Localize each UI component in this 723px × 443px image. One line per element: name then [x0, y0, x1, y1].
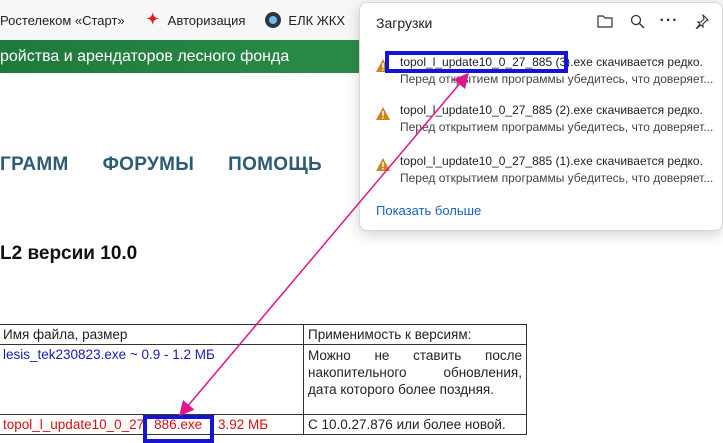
table-header-row: Имя файла, размер Применимость к версиям…: [0, 324, 527, 345]
download-status: .exe скачивается редко.: [570, 55, 703, 69]
warning-icon: [376, 107, 392, 136]
page-heading: L2 версии 10.0: [0, 243, 138, 264]
download-filename: topol_l_update10_0_27_885 (2): [400, 103, 571, 117]
downloads-table: Имя файла, размер Применимость к версиям…: [0, 324, 527, 435]
table-row: lesis_tek230823.exe ~ 0.9 - 1.2 МБ Можно…: [0, 344, 527, 415]
show-more-link[interactable]: Показать больше: [376, 203, 481, 218]
header-filename: Имя файла, размер: [0, 324, 304, 345]
highlight-box-download-file: [385, 51, 568, 73]
bookmark-authorization[interactable]: ✦ Авторизация: [145, 11, 246, 28]
main-nav: ГРАММ ФОРУМЫ ПОМОЩЬ: [0, 154, 322, 176]
authorization-icon: ✦: [146, 11, 159, 28]
cell-applicability: С 10.0.27.876 или более новой.: [303, 414, 527, 435]
bookmark-label: Ростелеком «Старт»: [0, 12, 125, 28]
header-applicability: Применимость к версиям:: [303, 324, 527, 345]
nav-item-programs[interactable]: ГРАММ: [0, 154, 69, 176]
file-link-lesis[interactable]: lesis_tek230823.exe ~ 0.9 - 1.2 МБ: [3, 347, 215, 362]
download-note: Перед открытием программы убедитесь, что…: [400, 171, 714, 185]
download-status: .exe скачивается редко.: [570, 103, 703, 117]
folder-icon[interactable]: [596, 12, 614, 30]
file-link-topol-prefix[interactable]: topol_l_update10_0_27: [3, 417, 144, 432]
cell-applicability: Можно не ставить после накопительного об…: [303, 344, 527, 415]
download-item[interactable]: topol_l_update10_0_27_885 (2).exe скачив…: [376, 102, 716, 136]
download-note: Перед открытием программы убедитесь, что…: [400, 120, 714, 134]
nav-item-help[interactable]: ПОМОЩЬ: [228, 154, 322, 176]
bookmark-label: ЕЛК ЖКХ: [288, 12, 346, 28]
downloads-panel: Загрузки ··· topol_l_update10_0_27_885 (…: [359, 2, 723, 231]
file-size: 3.92 МБ: [217, 417, 269, 432]
bookmark-rostelecom[interactable]: Ростелеком «Старт»: [0, 13, 125, 28]
cell-file: lesis_tek230823.exe ~ 0.9 - 1.2 МБ: [0, 344, 304, 415]
search-icon[interactable]: [628, 12, 646, 30]
bookmark-elk-jkh[interactable]: ЕЛК ЖКХ: [265, 12, 345, 28]
banner-text: ройства и арендаторов лесного фонда: [0, 48, 290, 65]
download-filename: topol_l_update10_0_27_885 (1): [400, 154, 571, 168]
download-note: Перед открытием программы убедитесь, что…: [400, 72, 714, 86]
nav-item-forums[interactable]: ФОРУМЫ: [103, 154, 194, 176]
download-status: .exe скачивается редко.: [570, 154, 703, 168]
elk-jkh-icon: [265, 12, 282, 28]
table-row: topol_l_update10_0_27 886.exe 3.92 МБ С 1…: [0, 414, 527, 435]
download-item[interactable]: topol_l_update10_0_27_885 (1).exe скачив…: [376, 153, 716, 187]
download-text: topol_l_update10_0_27_885 (2).exe скачив…: [400, 102, 713, 136]
warning-icon: [376, 158, 392, 187]
downloads-panel-title: Загрузки: [376, 15, 433, 31]
downloads-panel-toolbar: ···: [596, 12, 710, 30]
download-text: topol_l_update10_0_27_885 (1).exe скачив…: [400, 153, 713, 187]
applicability-line: Можно не ставить после: [308, 348, 522, 363]
pin-icon[interactable]: [692, 12, 710, 30]
bookmark-label: Авторизация: [167, 12, 246, 28]
highlight-box-page-file: [143, 415, 214, 443]
more-options-icon[interactable]: ···: [660, 12, 678, 30]
applicability-line: дата которого более поздняя.: [308, 382, 494, 397]
applicability-line: накопительного обновления,: [308, 365, 522, 380]
